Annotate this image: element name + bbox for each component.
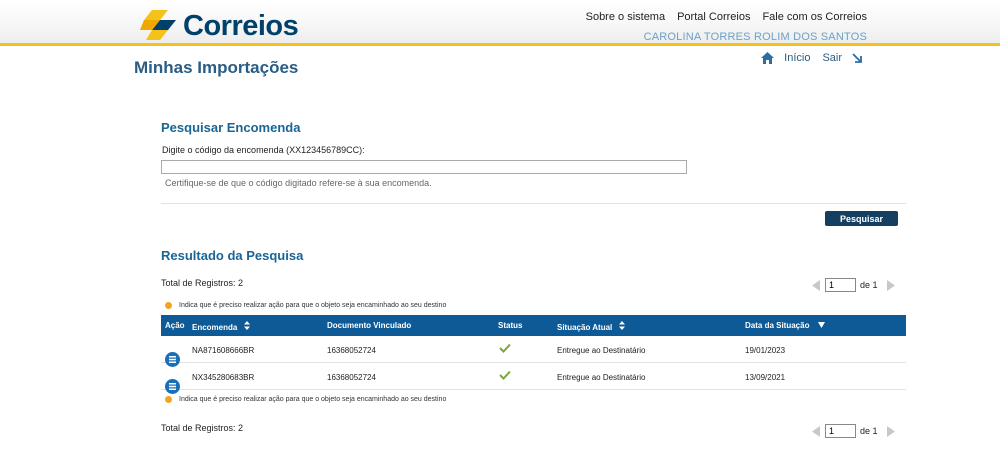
orange-dot-icon <box>165 302 172 309</box>
results-section-title: Resultado da Pesquisa <box>161 248 304 263</box>
page-number-input[interactable] <box>825 278 856 292</box>
cell-situation: Entregue ao Destinatário <box>557 346 646 355</box>
next-page-icon[interactable] <box>886 279 896 291</box>
cell-parcel: NX345280683BR <box>192 373 255 382</box>
nav-contact[interactable]: Fale com os Correios <box>762 11 867 23</box>
col-parcel[interactable]: Encomenda <box>192 321 250 332</box>
total-records-top: Total de Registros: 2 <box>161 278 244 288</box>
results-table: Ação Encomenda Documento Vinculado Statu… <box>161 315 906 394</box>
quick-links: Início Sair <box>761 52 863 64</box>
sort-icon[interactable] <box>618 321 625 330</box>
sort-down-icon[interactable] <box>817 322 825 328</box>
parcel-code-input[interactable] <box>161 160 687 174</box>
col-parcel-label: Encomenda <box>192 323 238 332</box>
pager-bottom: de 1 <box>811 424 896 438</box>
nav-portal[interactable]: Portal Correios <box>677 11 750 23</box>
legend-text: Indica que é preciso realizar ação para … <box>179 302 447 309</box>
cell-document: 16368052724 <box>327 373 376 382</box>
top-nav: Sobre o sistema Portal Correios Fale com… <box>586 11 867 23</box>
exit-arrow-icon[interactable] <box>852 52 863 64</box>
cell-situation: Entregue ao Destinatário <box>557 373 646 382</box>
total-records-bottom: Total de Registros: 2 <box>161 423 244 433</box>
cell-status <box>499 343 511 355</box>
page-of-label: de 1 <box>860 426 878 436</box>
cell-date: 19/01/2023 <box>745 346 786 355</box>
nav-about[interactable]: Sobre o sistema <box>586 11 665 23</box>
correios-logo[interactable]: Correios <box>138 8 299 44</box>
prev-page-icon[interactable] <box>811 425 821 437</box>
col-date-label: Data da Situação <box>745 321 810 330</box>
check-icon <box>499 343 511 353</box>
page-title: Minhas Importações <box>134 58 299 77</box>
next-page-icon[interactable] <box>886 425 896 437</box>
table-row: NA871608666BR 16368052724 Entregue ao De… <box>161 336 906 367</box>
search-button[interactable]: Pesquisar <box>825 211 898 226</box>
page-of-label: de 1 <box>860 280 878 290</box>
col-action: Ação <box>165 321 185 330</box>
correios-logo-icon <box>140 10 176 40</box>
col-situation[interactable]: Situação Atual <box>557 321 625 332</box>
legend-top: Indica que é preciso realizar ação para … <box>165 302 446 309</box>
cell-date: 13/09/2021 <box>745 373 786 382</box>
cell-status <box>499 370 511 382</box>
search-section-title: Pesquisar Encomenda <box>161 120 301 135</box>
table-header: Ação Encomenda Documento Vinculado Statu… <box>161 315 906 336</box>
col-date[interactable]: Data da Situação <box>745 321 825 330</box>
pager-top: de 1 <box>811 278 896 292</box>
table-row: NX345280683BR 16368052724 Entregue ao De… <box>161 363 906 394</box>
legend-bottom: Indica que é preciso realizar ação para … <box>165 396 446 403</box>
col-document: Documento Vinculado <box>327 321 412 330</box>
search-hint: Certifique-se de que o código digitado r… <box>165 178 432 188</box>
cell-parcel: NA871608666BR <box>192 346 255 355</box>
list-icon[interactable] <box>165 379 180 394</box>
col-situation-label: Situação Atual <box>557 323 613 332</box>
divider <box>161 203 906 204</box>
exit-link[interactable]: Sair <box>822 52 842 64</box>
prev-page-icon[interactable] <box>811 279 821 291</box>
home-icon[interactable] <box>761 52 775 64</box>
cell-document: 16368052724 <box>327 346 376 355</box>
search-label: Digite o código da encomenda (XX12345678… <box>162 145 365 155</box>
header: Correios Sobre o sistema Portal Correios… <box>0 0 1000 46</box>
orange-dot-icon <box>165 396 172 403</box>
check-icon <box>499 370 511 380</box>
col-status: Status <box>498 321 523 330</box>
sort-icon[interactable] <box>243 321 250 330</box>
home-link[interactable]: Início <box>784 52 810 64</box>
legend-text: Indica que é preciso realizar ação para … <box>179 396 447 403</box>
page-number-input[interactable] <box>825 424 856 438</box>
user-name: CAROLINA TORRES ROLIM DOS SANTOS <box>643 31 867 43</box>
logo-text: Correios <box>183 10 299 42</box>
